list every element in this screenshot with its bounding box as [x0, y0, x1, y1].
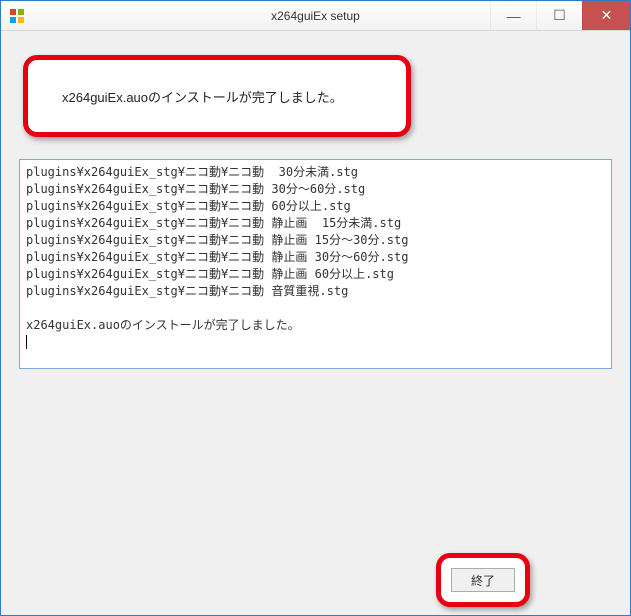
install-log-textarea[interactable]: plugins¥x264guiEx_stg¥ニコ動¥ニコ動 30分未満.stg … — [19, 159, 612, 369]
install-complete-message: x264guiEx.auoのインストールが完了しました。 — [62, 87, 343, 106]
exit-button[interactable]: 終了 — [451, 568, 515, 592]
window-controls: — ☐ ✕ — [490, 1, 630, 30]
maximize-button[interactable]: ☐ — [536, 1, 582, 30]
minimize-button[interactable]: — — [490, 1, 536, 30]
app-icon — [9, 8, 25, 24]
install-complete-message-box: x264guiEx.auoのインストールが完了しました。 — [23, 55, 411, 137]
titlebar: x264guiEx setup — ☐ ✕ — [1, 1, 630, 31]
close-button-highlight: 終了 — [436, 553, 530, 607]
close-window-button[interactable]: ✕ — [582, 1, 630, 30]
client-area: x264guiEx.auoのインストールが完了しました。 plugins¥x26… — [1, 31, 630, 615]
